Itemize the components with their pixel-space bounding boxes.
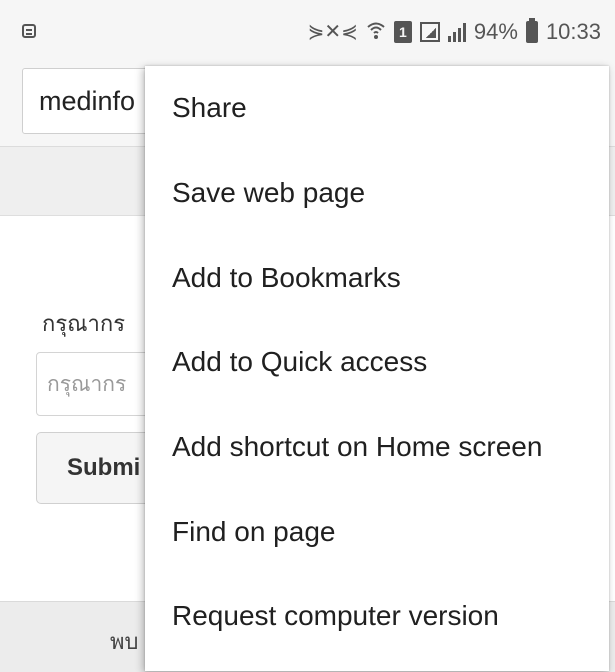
notification-icon [22,24,36,38]
form-label: กรุณากร [42,312,126,337]
footer-text: พบ [110,630,139,655]
wifi-icon [366,20,386,44]
menu-item-add-shortcut[interactable]: Add shortcut on Home screen [145,405,609,489]
menu-item-add-to-quick-access[interactable]: Add to Quick access [145,320,609,404]
status-icons: ⋟✕⋞ 1 94% 10:33 [308,18,601,46]
menu-item-request-computer-version[interactable]: Request computer version [145,574,609,658]
clock: 10:33 [545,19,601,44]
mute-icon: ⋟✕⋞ [307,21,358,43]
menu-item-share[interactable]: Share [145,66,609,150]
battery-icon [525,18,538,43]
menu-item-find-on-page[interactable]: Find on page [145,490,609,574]
overflow-menu: Share Save web page Add to Bookmarks Add… [145,66,609,671]
signal-icon [419,22,440,42]
sim-icon: 1 [393,21,412,43]
status-bar: ⋟✕⋞ 1 94% 10:33 [0,0,615,62]
signal-icon [447,22,466,42]
battery-percent: 94% [473,19,518,44]
menu-item-add-to-bookmarks[interactable]: Add to Bookmarks [145,236,609,320]
menu-item-save-web-page[interactable]: Save web page [145,151,609,235]
